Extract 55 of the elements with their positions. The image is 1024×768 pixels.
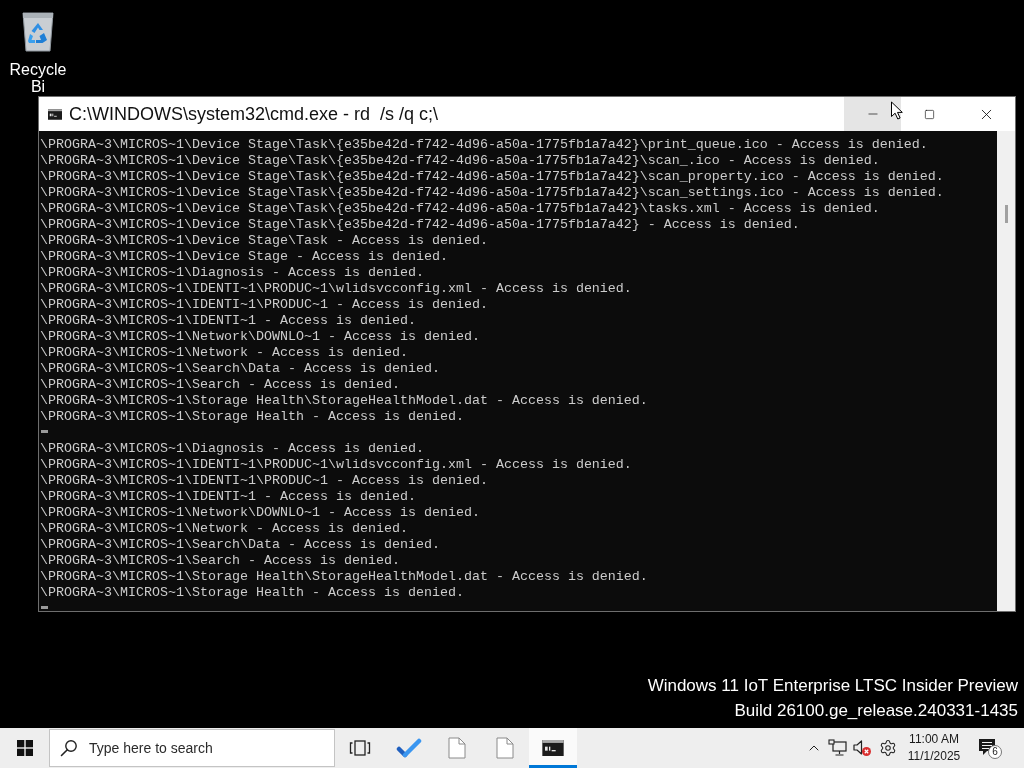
- console-line: \PROGRA~3\MICROS~1\IDENTI~1\PRODUC~1 - Access is denied.: [40, 473, 488, 489]
- console-line: \PROGRA~3\MICROS~1\Network\DOWNLO~1 - Access is denied.: [40, 329, 480, 345]
- console-line: \PROGRA~3\MICROS~1\Device Stage\Task\{e35be42d-f742-4d96-a50a-1775fb1a7a42}\print_queue.ico - Access is denied.: [40, 137, 928, 153]
- console-line: \PROGRA~3\MICROS~1\IDENTI~1 - Access is denied.: [40, 489, 416, 505]
- text-cursor-icon: [41, 606, 48, 609]
- console-line: \PROGRA~3\MICROS~1\Storage Health\StorageHealthModel.dat - Access is denied.: [40, 393, 648, 409]
- windows-logo-icon: [16, 740, 33, 756]
- console-line: \PROGRA~3\MICROS~1\IDENTI~1\PRODUC~1 - Access is denied.: [40, 297, 488, 313]
- search-icon: [60, 739, 78, 757]
- search-field[interactable]: Type here to search: [49, 729, 335, 767]
- text-cursor-icon: [41, 430, 48, 433]
- console-line: \PROGRA~3\MICROS~1\IDENTI~1\PRODUC~1\wlidsvcconfig.xml - Access is denied.: [40, 281, 632, 297]
- console-line: \PROGRA~3\MICROS~1\Diagnosis - Access is denied.: [40, 265, 424, 281]
- build-info-text: Build 26100.ge_release.240331-1435: [734, 700, 1018, 722]
- console-line: \PROGRA~3\MICROS~1\Device Stage\Task\{e35be42d-f742-4d96-a50a-1775fb1a7a42}\scan_property.ico - Access is denied.: [40, 169, 944, 185]
- minimize-button[interactable]: [844, 97, 901, 131]
- mouse-pointer-icon: [890, 101, 904, 120]
- build-info-text: Windows 11 IoT Enterprise LTSC Insider Preview: [647, 675, 1018, 697]
- notification-count: 6: [988, 745, 1002, 759]
- checkmark-icon: [396, 738, 422, 758]
- console-line: \PROGRA~3\MICROS~1\IDENTI~1 - Access is denied.: [40, 313, 416, 329]
- console-window-icon: [542, 740, 564, 756]
- console-line: \PROGRA~3\MICROS~1\Device Stage\Task - Access is denied.: [40, 233, 488, 249]
- console-line: \PROGRA~3\MICROS~1\Storage Health - Access is denied.: [40, 409, 464, 425]
- console-line: \PROGRA~3\MICROS~1\Diagnosis - Access is denied.: [40, 441, 424, 457]
- console-app-icon: [48, 108, 62, 120]
- task-view-icon: [349, 739, 371, 757]
- recycle-bin-icon[interactable]: [19, 10, 57, 52]
- console-line: \PROGRA~3\MICROS~1\Search\Data - Access is denied.: [40, 361, 440, 377]
- scrollbar-thumb[interactable]: [1004, 205, 1008, 223]
- clock-button[interactable]: 11:00 AM 11/1/2025: [902, 728, 966, 768]
- console-line: \PROGRA~3\MICROS~1\Storage Health - Access is denied.: [40, 585, 464, 601]
- console-line: \PROGRA~3\MICROS~1\Search - Access is denied.: [40, 553, 400, 569]
- window-title: C:\WINDOWS\system32\cmd.exe - rd /s /q c;\: [69, 103, 439, 125]
- console-line: \PROGRA~3\MICROS~1\Search\Data - Access is denied.: [40, 537, 440, 553]
- blank-document-icon: [448, 737, 466, 759]
- console-line: \PROGRA~3\MICROS~1\Network - Access is denied.: [40, 521, 408, 537]
- blank-document-icon: [496, 737, 514, 759]
- maximize-icon: [924, 108, 935, 120]
- console-line: \PROGRA~3\MICROS~1\Device Stage\Task\{e35be42d-f742-4d96-a50a-1775fb1a7a42}\tasks.xml - Access is denied.: [40, 201, 880, 217]
- console-line: \PROGRA~3\MICROS~1\IDENTI~1\PRODUC~1\wlidsvcconfig.xml - Access is denied.: [40, 457, 632, 473]
- notification-button[interactable]: 6: [966, 728, 1014, 768]
- settings-icon: [879, 739, 897, 757]
- scrollbar[interactable]: [997, 131, 1015, 611]
- desktop-icon-label[interactable]: Recycle Bi: [7, 61, 69, 95]
- console-line: \PROGRA~3\MICROS~1\Network - Access is denied.: [40, 345, 408, 361]
- console-line: \PROGRA~3\MICROS~1\Device Stage\Task\{e35be42d-f742-4d96-a50a-1775fb1a7a42}\scan_.ico - Access is denied.: [40, 153, 880, 169]
- console-line: \PROGRA~3\MICROS~1\Device Stage\Task\{e35be42d-f742-4d96-a50a-1775fb1a7a42}\scan_settings.ico - Access is denied.: [40, 185, 944, 201]
- console-line: \PROGRA~3\MICROS~1\Device Stage\Task\{e35be42d-f742-4d96-a50a-1775fb1a7a42} - Access is denied.: [40, 217, 800, 233]
- console-line: \PROGRA~3\MICROS~1\Network\DOWNLO~1 - Access is denied.: [40, 505, 480, 521]
- console-line: \PROGRA~3\MICROS~1\Storage Health\StorageHealthModel.dat - Access is denied.: [40, 569, 648, 585]
- console-line: \PROGRA~3\MICROS~1\Device Stage - Access is denied.: [40, 249, 448, 265]
- console-line: \PROGRA~3\MICROS~1\Search - Access is denied.: [40, 377, 400, 393]
- taskbar-app-button[interactable]: [529, 728, 577, 768]
- network-icon: [828, 739, 848, 757]
